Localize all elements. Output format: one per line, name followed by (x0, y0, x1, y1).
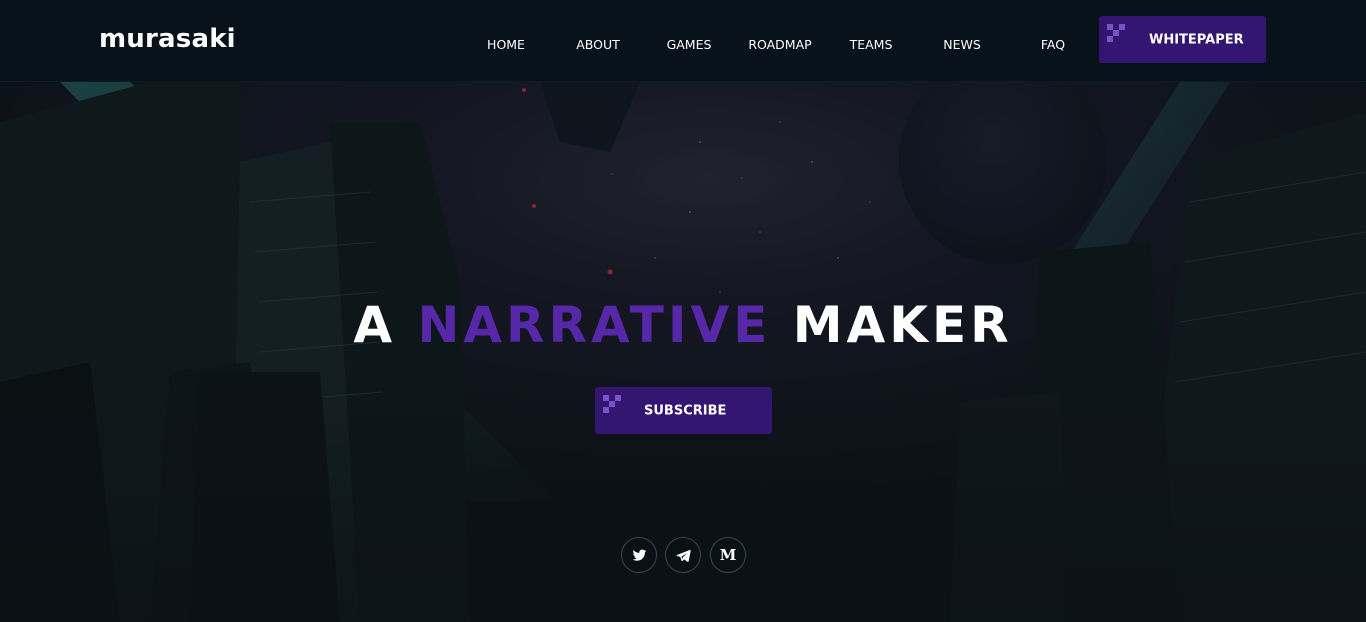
twitter-link[interactable] (621, 537, 657, 573)
nav-about[interactable]: ABOUT (576, 37, 620, 53)
hero-headline: A NARRATIVE MAKER (0, 296, 1366, 354)
whitepaper-button-label: WHITEPAPER (1149, 32, 1244, 47)
site-logo[interactable]: murasaki (99, 24, 236, 54)
nav-home[interactable]: HOME (487, 37, 525, 53)
whitepaper-button[interactable]: WHITEPAPER (1099, 16, 1266, 63)
headline-highlight: NARRATIVE (417, 296, 772, 354)
subscribe-button[interactable]: SUBSCRIBE (595, 387, 772, 434)
social-links: M (0, 537, 1366, 573)
nav-games[interactable]: GAMES (667, 37, 712, 53)
nav-teams[interactable]: TEAMS (850, 37, 893, 53)
nav-roadmap[interactable]: ROADMAP (748, 37, 811, 53)
telegram-link[interactable] (665, 537, 701, 573)
headline-start: A (353, 296, 418, 354)
subscribe-button-label: SUBSCRIBE (644, 403, 727, 418)
nav-faq[interactable]: FAQ (1041, 37, 1065, 53)
nav-news[interactable]: NEWS (943, 37, 981, 53)
page: murasaki HOME ABOUT GAMES ROADMAP TEAMS … (0, 0, 1366, 622)
telegram-icon (676, 549, 691, 562)
twitter-icon (632, 549, 647, 561)
headline-end: MAKER (771, 296, 1013, 354)
medium-link[interactable]: M (710, 537, 746, 573)
top-navbar: murasaki HOME ABOUT GAMES ROADMAP TEAMS … (0, 0, 1366, 82)
medium-icon: M (719, 546, 737, 564)
